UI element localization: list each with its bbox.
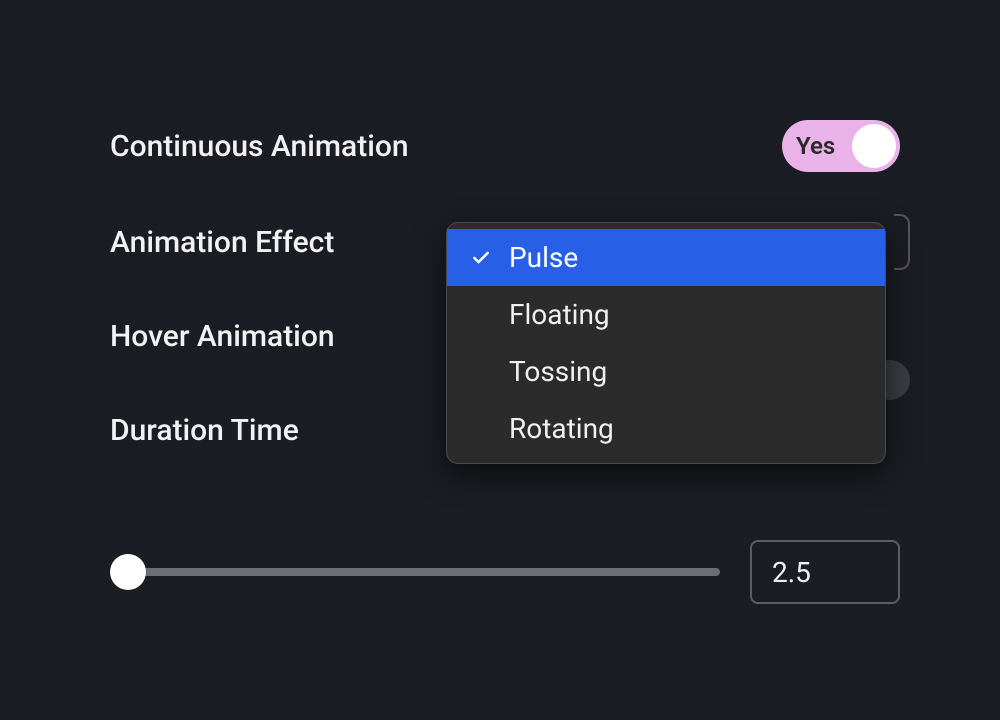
dropdown-option-floating[interactable]: Floating — [447, 286, 885, 343]
duration-value-text: 2.5 — [772, 556, 811, 589]
toggle-state-label: Yes — [796, 132, 835, 160]
toggle-knob — [852, 124, 896, 168]
slider-track — [110, 568, 720, 576]
dropdown-option-label: Tossing — [509, 355, 607, 388]
hover-animation-label: Hover Animation — [110, 319, 335, 354]
duration-value-input[interactable]: 2.5 — [750, 540, 900, 604]
duration-slider[interactable] — [110, 552, 720, 592]
dropdown-option-rotating[interactable]: Rotating — [447, 400, 885, 457]
check-icon — [469, 248, 493, 268]
animation-effect-label: Animation Effect — [110, 225, 334, 260]
dropdown-option-label: Floating — [509, 298, 610, 331]
continuous-animation-row: Continuous Animation Yes — [110, 120, 900, 172]
slider-thumb[interactable] — [110, 554, 146, 590]
continuous-animation-toggle[interactable]: Yes — [782, 120, 900, 172]
animation-effect-dropdown: Pulse Floating Tossing Rotating — [446, 222, 886, 464]
animation-effect-select[interactable] — [894, 214, 910, 270]
dropdown-option-pulse[interactable]: Pulse — [447, 229, 885, 286]
dropdown-option-label: Rotating — [509, 412, 614, 445]
dropdown-option-tossing[interactable]: Tossing — [447, 343, 885, 400]
dropdown-option-label: Pulse — [509, 241, 578, 274]
duration-slider-row: 2.5 — [110, 540, 900, 604]
continuous-animation-label: Continuous Animation — [110, 129, 409, 164]
duration-time-label: Duration Time — [110, 413, 299, 448]
